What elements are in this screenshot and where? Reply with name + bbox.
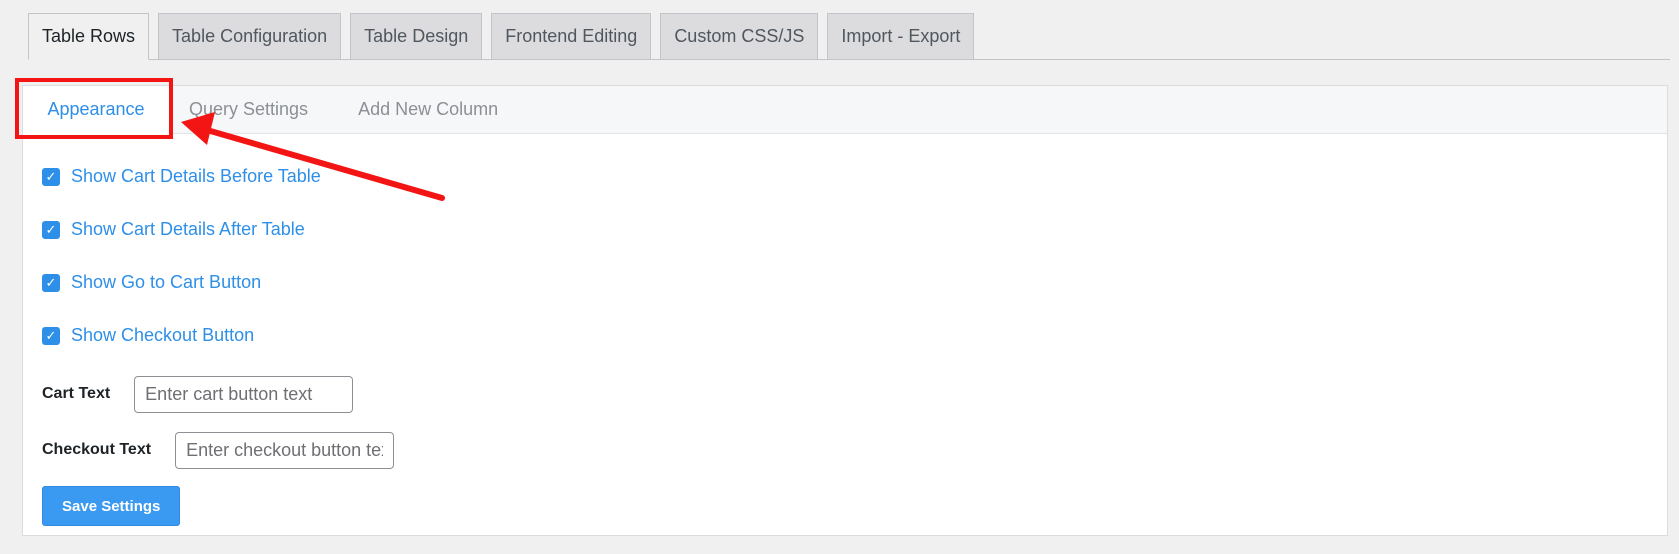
- appearance-options: ✓ Show Cart Details Before Table ✓ Show …: [23, 134, 1667, 526]
- option-label[interactable]: Show Checkout Button: [71, 325, 254, 346]
- option-cart-after-table: ✓ Show Cart Details After Table: [23, 203, 1667, 256]
- sub-tab-query-settings[interactable]: Query Settings: [169, 86, 333, 134]
- sub-tab-appearance[interactable]: Appearance: [23, 85, 169, 134]
- check-icon: ✓: [45, 222, 57, 237]
- tab-table-design[interactable]: Table Design: [350, 13, 483, 59]
- checkbox-cart-before-table[interactable]: ✓: [42, 167, 60, 186]
- sub-tab-add-new-column[interactable]: Add New Column: [333, 86, 523, 134]
- cart-text-input[interactable]: [134, 375, 354, 413]
- option-label[interactable]: Show Cart Details Before Table: [71, 166, 321, 187]
- settings-nav-tabs: Table Rows Table Configuration Table Des…: [28, 13, 1670, 60]
- tab-custom-css-js[interactable]: Custom CSS/JS: [660, 13, 819, 59]
- tab-frontend-editing[interactable]: Frontend Editing: [491, 13, 652, 59]
- cart-text-row: Cart Text: [23, 366, 1667, 422]
- check-icon: ✓: [45, 328, 57, 343]
- option-go-to-cart-button: ✓ Show Go to Cart Button: [23, 256, 1667, 309]
- page: Table Rows Table Configuration Table Des…: [0, 0, 1679, 554]
- tab-import-export[interactable]: Import - Export: [827, 13, 975, 59]
- checkout-text-input[interactable]: [175, 431, 395, 469]
- sub-tabs: Appearance Query Settings Add New Column: [23, 85, 1667, 134]
- checkout-text-label: Checkout Text: [42, 441, 152, 458]
- checkout-text-row: Checkout Text: [23, 422, 1667, 478]
- check-icon: ✓: [45, 169, 57, 184]
- tab-table-rows[interactable]: Table Rows: [28, 13, 150, 60]
- tab-table-configuration[interactable]: Table Configuration: [158, 13, 342, 59]
- settings-panel: Appearance Query Settings Add New Column…: [22, 85, 1668, 536]
- cart-text-label: Cart Text: [42, 385, 111, 402]
- option-checkout-button: ✓ Show Checkout Button: [23, 309, 1667, 362]
- option-label[interactable]: Show Cart Details After Table: [71, 219, 305, 240]
- option-label[interactable]: Show Go to Cart Button: [71, 272, 261, 293]
- checkbox-checkout-button[interactable]: ✓: [42, 326, 60, 345]
- checkbox-go-to-cart-button[interactable]: ✓: [42, 273, 60, 292]
- checkbox-cart-after-table[interactable]: ✓: [42, 220, 60, 239]
- option-cart-before-table: ✓ Show Cart Details Before Table: [23, 150, 1667, 203]
- save-settings-button[interactable]: Save Settings: [42, 486, 181, 526]
- check-icon: ✓: [45, 275, 57, 290]
